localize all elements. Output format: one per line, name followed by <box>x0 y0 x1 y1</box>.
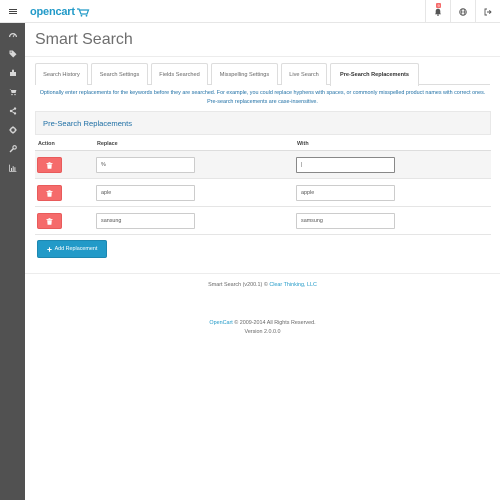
panel-heading: Pre-Search Replacements <box>35 111 491 135</box>
copyright-text: © 2009-2014 All Rights Reserved. <box>234 320 316 326</box>
delete-row-button[interactable] <box>37 157 62 173</box>
bar-chart-icon <box>8 164 16 172</box>
sidebar-item-catalog[interactable] <box>0 44 25 63</box>
opencart-link[interactable]: OpenCart <box>209 320 232 326</box>
with-input[interactable] <box>296 213 395 229</box>
wrench-icon <box>9 144 17 152</box>
delete-row-button[interactable] <box>37 185 62 201</box>
copyright-line: OpenCart © 2009-2014 All Rights Reserved… <box>25 319 500 328</box>
footer: OpenCart © 2009-2014 All Rights Reserved… <box>25 319 500 337</box>
top-header: opencart 9 <box>0 0 500 23</box>
globe-icon <box>459 7 467 16</box>
sidebar-item-system[interactable] <box>0 120 25 139</box>
with-input[interactable] <box>296 157 395 173</box>
column-header-replace: Replace <box>97 141 118 147</box>
cart-icon <box>8 88 16 95</box>
version-text: Version 2.0.0.0 <box>244 329 281 335</box>
tab-search-history[interactable]: Search History <box>35 63 88 85</box>
tab-bar: Search History Search Settings Fields Se… <box>35 63 490 86</box>
puzzle-icon <box>9 69 16 76</box>
sidebar <box>0 23 25 500</box>
notification-badge: 9 <box>436 3 442 8</box>
add-replacement-button[interactable]: Add Replacement <box>37 240 107 258</box>
opencart-logo[interactable]: opencart <box>30 4 90 19</box>
with-input[interactable] <box>296 185 395 201</box>
column-header-action: Action <box>38 141 55 147</box>
sidebar-item-extensions[interactable] <box>0 63 25 82</box>
page-title: Smart Search <box>35 31 133 48</box>
trash-icon <box>46 189 53 197</box>
panel-title: Pre-Search Replacements <box>43 119 133 128</box>
tab-misspelling-settings[interactable]: Misspelling Settings <box>211 63 278 85</box>
share-icon <box>9 106 16 115</box>
logout-button[interactable] <box>475 0 500 23</box>
main-content: Smart Search Search History Search Setti… <box>25 23 500 500</box>
sidebar-item-tools[interactable] <box>0 139 25 158</box>
logo-cart-icon <box>76 7 90 17</box>
notifications-button[interactable]: 9 <box>425 0 450 23</box>
replace-input[interactable] <box>96 213 195 229</box>
tags-icon <box>9 50 16 57</box>
store-front-button[interactable] <box>450 0 475 23</box>
sidebar-item-marketing[interactable] <box>0 101 25 120</box>
delete-row-button[interactable] <box>37 213 62 229</box>
tab-fields-searched[interactable]: Fields Searched <box>151 63 208 85</box>
tab-live-search[interactable]: Live Search <box>281 63 327 85</box>
cog-icon <box>8 125 17 134</box>
plus-icon <box>46 246 52 252</box>
menu-toggle-button[interactable] <box>0 0 25 23</box>
help-text: Optionally enter replacements for the ke… <box>39 90 486 105</box>
column-header-with: With <box>297 141 309 147</box>
logo-text: opencart <box>30 5 75 18</box>
dashboard-icon <box>8 32 17 37</box>
replace-input[interactable] <box>96 157 195 173</box>
tab-pre-search-replacements[interactable]: Pre-Search Replacements <box>330 63 419 86</box>
clear-thinking-link[interactable]: Clear Thinking, LLC <box>269 282 317 288</box>
tab-search-settings[interactable]: Search Settings <box>91 63 148 85</box>
trash-icon <box>46 217 53 225</box>
extension-credit-text: Smart Search (v200.1) © <box>208 282 268 288</box>
replace-input[interactable] <box>96 185 195 201</box>
hamburger-icon <box>8 8 17 15</box>
sidebar-item-reports[interactable] <box>0 158 25 177</box>
table-row <box>35 207 491 235</box>
sidebar-item-sales[interactable] <box>0 82 25 101</box>
bell-icon <box>434 8 442 16</box>
add-replacement-label: Add Replacement <box>54 246 98 252</box>
table-row <box>35 179 491 207</box>
sidebar-item-dashboard[interactable] <box>0 25 25 44</box>
table-row <box>35 151 491 179</box>
sign-out-icon <box>484 8 492 15</box>
footer-divider <box>25 273 500 274</box>
title-divider <box>25 56 500 57</box>
extension-credit: Smart Search (v200.1) © Clear Thinking, … <box>25 282 500 288</box>
trash-icon <box>46 161 53 169</box>
